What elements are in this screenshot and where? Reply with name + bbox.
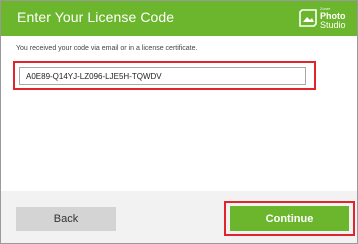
dialog-header: Enter Your License Code Zoner Photo Stud…: [1, 1, 357, 36]
dialog-title: Enter Your License Code: [17, 9, 175, 25]
license-code-input[interactable]: [19, 67, 306, 85]
logo-brand: Zoner: [320, 6, 331, 11]
logo-studio: Studio: [320, 20, 346, 30]
photo-studio-logo: Zoner Photo Studio: [299, 6, 351, 32]
back-button[interactable]: Back: [16, 207, 116, 231]
instruction-text: You received your code via email or in a…: [16, 45, 198, 52]
continue-button[interactable]: Continue: [230, 206, 349, 231]
license-dialog: Enter Your License Code Zoner Photo Stud…: [0, 0, 358, 244]
logo-text: Zoner Photo Studio: [320, 7, 346, 30]
photo-studio-logo-icon: [299, 9, 317, 27]
